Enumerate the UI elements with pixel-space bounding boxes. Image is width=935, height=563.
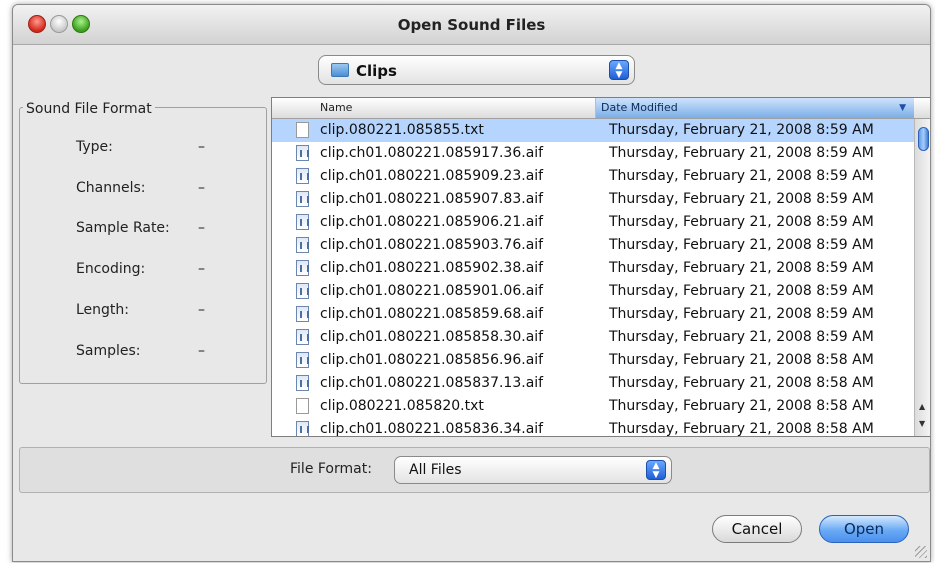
audio-file-icon (296, 260, 309, 276)
file-format-popup[interactable]: All Files ▲ ▼ (394, 456, 672, 484)
audio-file-icon (296, 168, 309, 184)
file-format-label: File Format: (290, 461, 372, 477)
file-format-value: All Files (409, 462, 462, 478)
text-file-icon (296, 398, 309, 414)
audio-file-icon (296, 145, 309, 161)
file-name: clip.080221.085855.txt (320, 122, 484, 138)
file-name: clip.ch01.080221.085902.38.aif (320, 260, 544, 276)
length-label: Length: (76, 302, 130, 318)
open-button[interactable]: Open (819, 515, 909, 543)
channels-label: Channels: (76, 180, 146, 196)
file-list[interactable]: Name Date Modified ▼ clip.080221.085855.… (271, 97, 930, 437)
file-name: clip.080221.085820.txt (320, 398, 484, 414)
file-row[interactable]: clip.ch01.080221.085917.36.aif Thursday, … (272, 142, 914, 165)
date-modified-column-label: Date Modified (601, 101, 678, 114)
samples-label: Samples: (76, 343, 141, 359)
file-name: clip.ch01.080221.085858.30.aif (320, 329, 544, 345)
name-column-header[interactable]: Name (272, 98, 596, 118)
date-modified-column-header[interactable]: Date Modified ▼ (596, 98, 914, 118)
audio-file-icon (296, 329, 309, 345)
audio-file-icon (296, 375, 309, 391)
file-date-modified: Thursday, February 21, 2008 8:59 AM (609, 306, 874, 322)
file-name: clip.ch01.080221.085856.96.aif (320, 352, 544, 368)
title-bar: Open Sound Files (13, 5, 930, 45)
file-date-modified: Thursday, February 21, 2008 8:59 AM (609, 237, 874, 253)
file-row[interactable]: clip.ch01.080221.085858.30.aif Thursday, … (272, 326, 914, 349)
folder-icon (331, 63, 349, 77)
file-date-modified: Thursday, February 21, 2008 8:59 AM (609, 145, 874, 161)
file-row[interactable]: clip.080221.085855.txt Thursday, February… (272, 119, 914, 142)
sound-file-format-title: Sound File Format (23, 101, 155, 117)
file-format-panel: File Format: All Files ▲ ▼ (19, 447, 930, 493)
audio-file-icon (296, 283, 309, 299)
file-date-modified: Thursday, February 21, 2008 8:58 AM (609, 398, 874, 414)
file-name: clip.ch01.080221.085906.21.aif (320, 214, 544, 230)
audio-file-icon (296, 306, 309, 322)
file-date-modified: Thursday, February 21, 2008 8:59 AM (609, 191, 874, 207)
file-name: clip.ch01.080221.085901.06.aif (320, 283, 544, 299)
scroll-up-arrow-icon[interactable]: ▲ (919, 402, 925, 411)
popup-stepper-icon: ▲ ▼ (609, 60, 629, 80)
file-list-header: Name Date Modified ▼ (272, 98, 930, 119)
audio-file-icon (296, 237, 309, 253)
file-name: clip.ch01.080221.085903.76.aif (320, 237, 544, 253)
sample-rate-value: – (198, 220, 205, 236)
audio-file-icon (296, 191, 309, 207)
file-name: clip.ch01.080221.085837.13.aif (320, 375, 544, 391)
file-date-modified: Thursday, February 21, 2008 8:58 AM (609, 352, 874, 368)
length-value: – (198, 302, 205, 318)
file-row[interactable]: clip.ch01.080221.085909.23.aif Thursday, … (272, 165, 914, 188)
popup-stepper-icon: ▲ ▼ (646, 460, 666, 480)
resize-grip-icon[interactable] (915, 546, 927, 558)
file-row[interactable]: clip.ch01.080221.085902.38.aif Thursday, … (272, 257, 914, 280)
scroll-down-arrow-icon[interactable]: ▼ (919, 419, 925, 428)
sample-rate-label: Sample Rate: (76, 220, 170, 236)
file-name: clip.ch01.080221.085907.83.aif (320, 191, 544, 207)
file-date-modified: Thursday, February 21, 2008 8:59 AM (609, 283, 874, 299)
file-name: clip.ch01.080221.085917.36.aif (320, 145, 544, 161)
file-row[interactable]: clip.080221.085820.txt Thursday, February… (272, 395, 914, 418)
file-row[interactable]: clip.ch01.080221.085903.76.aif Thursday, … (272, 234, 914, 257)
file-date-modified: Thursday, February 21, 2008 8:58 AM (609, 421, 874, 437)
file-date-modified: Thursday, February 21, 2008 8:59 AM (609, 168, 874, 184)
file-row[interactable]: clip.ch01.080221.085837.13.aif Thursday, … (272, 372, 914, 395)
file-row[interactable]: clip.ch01.080221.085901.06.aif Thursday, … (272, 280, 914, 303)
type-label: Type: (76, 139, 113, 155)
file-name: clip.ch01.080221.085909.23.aif (320, 168, 544, 184)
file-row[interactable]: clip.ch01.080221.085906.21.aif Thursday, … (272, 211, 914, 234)
cancel-button[interactable]: Cancel (712, 515, 802, 543)
audio-file-icon (296, 214, 309, 230)
file-rows: clip.080221.085855.txt Thursday, February… (272, 119, 914, 437)
audio-file-icon (296, 352, 309, 368)
encoding-label: Encoding: (76, 261, 146, 277)
window-title: Open Sound Files (397, 16, 546, 34)
sound-file-format-group (19, 107, 267, 384)
file-date-modified: Thursday, February 21, 2008 8:59 AM (609, 329, 874, 345)
folder-popup[interactable]: Clips ▲ ▼ (318, 55, 635, 85)
file-date-modified: Thursday, February 21, 2008 8:58 AM (609, 375, 874, 391)
file-row[interactable]: clip.ch01.080221.085907.83.aif Thursday, … (272, 188, 914, 211)
file-date-modified: Thursday, February 21, 2008 8:59 AM (609, 260, 874, 276)
encoding-value: – (198, 261, 205, 277)
file-date-modified: Thursday, February 21, 2008 8:59 AM (609, 122, 874, 138)
audio-file-icon (296, 421, 309, 436)
file-row[interactable]: clip.ch01.080221.085856.96.aif Thursday, … (272, 349, 914, 372)
open-sound-files-dialog: Open Sound Files Clips ▲ ▼ Sound File For… (12, 4, 931, 562)
file-date-modified: Thursday, February 21, 2008 8:59 AM (609, 214, 874, 230)
file-name: clip.ch01.080221.085859.68.aif (320, 306, 544, 322)
samples-value: – (198, 343, 205, 359)
type-value: – (198, 139, 205, 155)
file-row[interactable]: clip.ch01.080221.085859.68.aif Thursday, … (272, 303, 914, 326)
folder-popup-label: Clips (356, 62, 397, 80)
file-row[interactable]: clip.ch01.080221.085836.34.aif Thursday, … (272, 418, 914, 437)
vertical-scrollbar[interactable]: ▲ ▼ (914, 119, 930, 436)
name-column-label: Name (320, 101, 353, 114)
channels-value: – (198, 180, 205, 196)
file-name: clip.ch01.080221.085836.34.aif (320, 421, 544, 437)
scrollbar-thumb[interactable] (918, 127, 929, 151)
sort-descending-icon: ▼ (899, 103, 906, 113)
text-file-icon (296, 122, 309, 138)
